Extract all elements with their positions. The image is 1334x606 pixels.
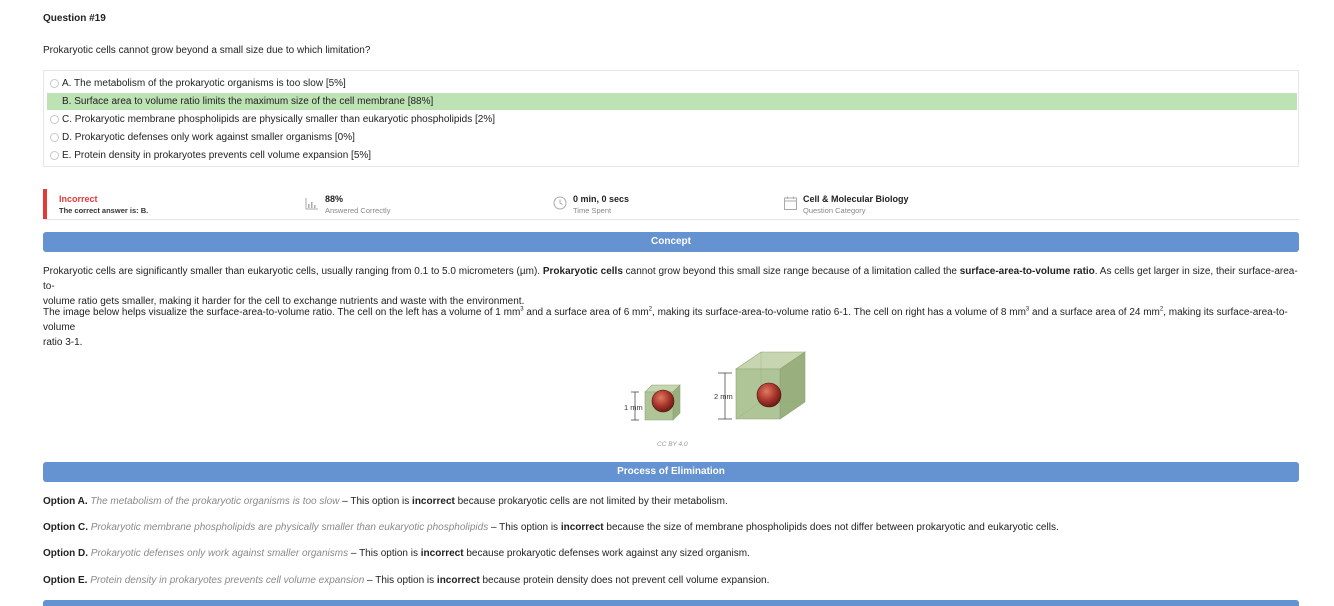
incorrect-indicator — [43, 189, 47, 219]
choice-d[interactable]: D. Prokaryotic defenses only work agains… — [47, 129, 1297, 146]
choice-label: B. Surface area to volume ratio limits t… — [62, 96, 434, 107]
choice-c[interactable]: C. Prokaryotic membrane phospholipids ar… — [47, 111, 1297, 128]
option-lead: Option C. — [43, 522, 88, 533]
text-span: and a surface area of 24 mm — [1029, 307, 1160, 318]
correct-answer: The correct answer is: B. — [59, 206, 149, 215]
option-verdict: incorrect — [560, 522, 604, 533]
text-span: – This option is — [364, 575, 437, 586]
text-span: – This option is — [490, 522, 561, 533]
text-span: – This option is — [348, 548, 421, 559]
result-status: Incorrect — [59, 194, 98, 204]
text-span: because protein density does not prevent… — [479, 575, 770, 586]
option-lead: Option A. — [43, 496, 88, 507]
category-label: Question Category — [803, 206, 866, 215]
question-number: Question #19 — [43, 13, 106, 24]
elimination-option-a: Option A. The metabolism of the prokaryo… — [43, 496, 728, 507]
option-quote: The metabolism of the prokaryotic organi… — [90, 496, 340, 507]
bold-term: Prokaryotic cells — [542, 266, 623, 277]
option-verdict: incorrect — [412, 496, 455, 507]
large-cube-label: 2 mm — [714, 392, 733, 401]
elimination-option-c: Option C. Prokaryotic membrane phospholi… — [43, 522, 1059, 533]
choice-b[interactable]: B. Surface area to volume ratio limits t… — [47, 93, 1297, 110]
choice-label: C. Prokaryotic membrane phospholipids ar… — [62, 114, 495, 125]
time-spent: 0 min, 0 secs — [573, 194, 630, 204]
choice-label: A. The metabolism of the prokaryotic org… — [62, 78, 346, 89]
bar-chart-icon — [305, 197, 319, 213]
clock-icon — [553, 196, 567, 213]
text-span: and a surface area of 6 mm — [523, 307, 649, 318]
text-span: Prokaryotic cells are significantly smal… — [43, 266, 543, 277]
elimination-option-e: Option E. Protein density in prokaryotes… — [43, 575, 769, 586]
bold-term: surface-area-to-volume ratio — [959, 266, 1095, 277]
question-text: Prokaryotic cells cannot grow beyond a s… — [43, 45, 371, 56]
next-section-header — [43, 600, 1299, 606]
option-quote: Protein density in prokaryotes prevents … — [90, 575, 365, 586]
choice-a[interactable]: A. The metabolism of the prokaryotic org… — [47, 75, 1297, 92]
option-quote: Prokaryotic defenses only work against s… — [90, 548, 349, 559]
time-label: Time Spent — [573, 206, 612, 215]
option-verdict: incorrect — [420, 548, 464, 559]
text-span: because prokaryotic cells are not limite… — [454, 496, 728, 507]
cube-diagram: 1 mm 2 mm — [579, 349, 819, 424]
radio-button[interactable] — [50, 133, 59, 142]
answer-choices: A. The metabolism of the prokaryotic org… — [43, 70, 1299, 167]
text-span: cannot grow beyond this small size range… — [622, 266, 960, 277]
option-quote: Prokaryotic membrane phospholipids are p… — [90, 522, 491, 533]
concept-paragraph-1: Prokaryotic cells are significantly smal… — [43, 264, 1299, 309]
large-cube — [718, 351, 806, 420]
text-span: , making its surface-area-to-volume rati… — [652, 307, 1026, 318]
choice-e[interactable]: E. Protein density in prokaryotes preven… — [47, 147, 1297, 164]
choice-label: D. Prokaryotic defenses only work agains… — [62, 132, 355, 143]
choice-label: E. Protein density in prokaryotes preven… — [62, 150, 372, 161]
elimination-option-d: Option D. Prokaryotic defenses only work… — [43, 548, 750, 559]
image-caption: CC BY 4.0 — [657, 441, 688, 448]
concept-header: Concept — [43, 232, 1299, 252]
question-category: Cell & Molecular Biology — [803, 194, 909, 204]
percent-label: Answered Correctly — [325, 206, 391, 215]
option-lead: Option D. — [43, 548, 88, 559]
text-span: ratio 3-1. — [43, 337, 83, 348]
text-span: The image below helps visualize the surf… — [43, 307, 521, 318]
concept-paragraph-2: The image below helps visualize the surf… — [43, 305, 1299, 350]
result-stats: Incorrect The correct answer is: B. 88% … — [43, 189, 1299, 220]
radio-button[interactable] — [50, 79, 59, 88]
text-span: because the size of membrane phospholipi… — [603, 522, 1059, 533]
percent-correct: 88% — [325, 194, 344, 204]
option-verdict: incorrect — [436, 575, 480, 586]
elimination-header: Process of Elimination — [43, 462, 1299, 482]
option-lead: Option E. — [43, 575, 88, 586]
small-cube-label: 1 mm — [624, 403, 643, 412]
calendar-icon — [784, 196, 797, 213]
text-span: – This option is — [339, 496, 413, 507]
radio-button[interactable] — [50, 151, 59, 160]
text-span: because prokaryotic defenses work agains… — [463, 548, 750, 559]
radio-button[interactable] — [50, 115, 59, 124]
